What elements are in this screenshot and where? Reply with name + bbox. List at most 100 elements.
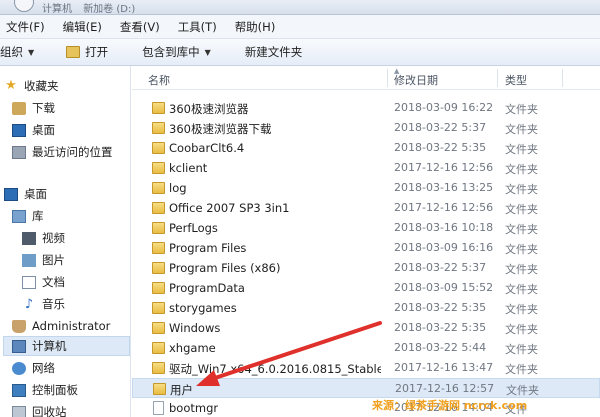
column-divider[interactable] xyxy=(497,69,498,87)
file-date: 2017-12-16 13:47 xyxy=(394,361,494,374)
folder-icon xyxy=(152,302,165,314)
file-date: 2018-03-09 16:22 xyxy=(394,101,494,114)
column-divider[interactable] xyxy=(387,69,388,87)
file-row[interactable]: 360极速浏览器 2018-03-09 16:22 文件夹 xyxy=(132,98,600,118)
nav-pictures-label: 图片 xyxy=(42,253,65,267)
file-type: 文件夹 xyxy=(505,263,538,276)
menu-view[interactable]: 查看(V) xyxy=(114,19,160,35)
nav-desktop[interactable]: 桌面 xyxy=(4,184,47,204)
nav-music-label: 音乐 xyxy=(42,297,65,311)
file-row-selected[interactable]: 用户 2017-12-16 12:57 文件夹 xyxy=(132,378,600,398)
document-icon xyxy=(22,275,36,289)
file-name: storygames xyxy=(169,301,237,315)
nav-recent-places[interactable]: 最近访问的位置 xyxy=(12,142,113,162)
nav-documents[interactable]: 文档 xyxy=(22,272,65,292)
file-name: bootmgr xyxy=(169,401,219,415)
file-row[interactable]: Program Files 2018-03-09 16:16 文件夹 xyxy=(132,238,600,258)
nav-desktop-favorite[interactable]: 桌面 xyxy=(12,120,55,140)
include-label: 包含到库中 xyxy=(142,45,200,59)
library-icon xyxy=(12,209,26,223)
video-icon xyxy=(22,231,36,245)
file-type: 文件夹 xyxy=(505,343,538,356)
file-date: 2018-03-09 16:16 xyxy=(394,241,494,254)
nav-recycle-bin[interactable]: 回收站 xyxy=(12,402,67,417)
column-header: 名称 ▲ 修改日期 类型 xyxy=(132,66,600,90)
nav-network-label: 网络 xyxy=(32,361,55,375)
file-row[interactable]: kclient 2017-12-16 12:56 文件夹 xyxy=(132,158,600,178)
organize-button[interactable]: 组织 ▼ xyxy=(0,41,40,63)
nav-libraries[interactable]: 库 xyxy=(12,206,44,226)
folder-icon xyxy=(152,182,165,194)
file-row[interactable]: CoobarClt6.4 2018-03-22 5:35 文件夹 xyxy=(132,138,600,158)
file-row[interactable]: storygames 2018-03-22 5:35 文件夹 xyxy=(132,298,600,318)
file-type: 文件夹 xyxy=(505,143,538,156)
nav-documents-label: 文档 xyxy=(42,275,65,289)
file-row[interactable]: log 2018-03-16 13:25 文件夹 xyxy=(132,178,600,198)
nav-recent-places-label: 最近访问的位置 xyxy=(32,145,113,159)
folder-icon xyxy=(152,242,165,254)
nav-videos[interactable]: 视频 xyxy=(22,228,65,248)
file-row[interactable]: 360极速浏览器下载 2018-03-22 5:37 文件夹 xyxy=(132,118,600,138)
breadcrumb-drive[interactable]: 新加卷 (D:) xyxy=(83,4,135,14)
include-in-library-button[interactable]: 包含到库中 ▼ xyxy=(136,41,217,63)
file-name: PerfLogs xyxy=(169,221,218,235)
column-type[interactable]: 类型 xyxy=(505,72,527,88)
file-row[interactable]: Office 2007 SP3 3in1 2017-12-16 12:56 文件… xyxy=(132,198,600,218)
nav-favorites[interactable]: ★ 收藏夹 xyxy=(4,76,58,96)
file-name: Program Files (x86) xyxy=(169,261,281,275)
menu-tools[interactable]: 工具(T) xyxy=(172,19,217,35)
file-type: 文件夹 xyxy=(505,223,538,236)
nav-desktop-favorite-label: 桌面 xyxy=(32,123,55,137)
file-date: 2018-03-22 5:35 xyxy=(394,321,487,334)
folder-icon xyxy=(152,222,165,234)
nav-pictures[interactable]: 图片 xyxy=(22,250,65,270)
menu-help[interactable]: 帮助(H) xyxy=(229,19,276,35)
file-date: 2018-03-22 5:35 xyxy=(394,301,487,314)
file-date: 2018-03-16 10:18 xyxy=(394,221,494,234)
new-folder-button[interactable]: 新建文件夹 xyxy=(239,41,309,63)
file-row[interactable]: Windows 2018-03-22 5:35 文件夹 xyxy=(132,318,600,338)
back-button[interactable] xyxy=(14,0,34,12)
file-name: 360极速浏览器下载 xyxy=(169,122,272,136)
file-row[interactable]: bootmgr 2017-12-16 14:04 文件 xyxy=(132,398,600,417)
nav-computer[interactable]: 计算机 xyxy=(3,336,130,356)
nav-control-panel[interactable]: 控制面板 xyxy=(12,380,78,400)
nav-network[interactable]: 网络 xyxy=(12,358,55,378)
file-row[interactable]: xhgame 2018-03-22 5:44 文件夹 xyxy=(132,338,600,358)
column-divider[interactable] xyxy=(562,69,563,87)
file-row[interactable]: PerfLogs 2018-03-16 10:18 文件夹 xyxy=(132,218,600,238)
open-folder-icon xyxy=(66,46,81,58)
file-type: 文件夹 xyxy=(505,163,538,176)
file-name: 驱动_Win7.x64_6.0.2016.0815_Stable(... xyxy=(169,362,381,376)
folder-icon xyxy=(153,383,166,395)
file-name: kclient xyxy=(169,161,208,175)
nav-recycle-bin-label: 回收站 xyxy=(32,405,67,417)
menu-file[interactable]: 文件(F) xyxy=(0,19,45,35)
file-row[interactable]: ProgramData 2018-03-09 15:52 文件夹 xyxy=(132,278,600,298)
menu-edit[interactable]: 编辑(E) xyxy=(57,19,102,35)
user-folder-icon xyxy=(12,319,26,333)
nav-administrator[interactable]: Administrator xyxy=(12,316,110,336)
file-date: 2018-03-22 5:37 xyxy=(394,261,487,274)
file-row[interactable]: 驱动_Win7.x64_6.0.2016.0815_Stable(... 201… xyxy=(132,358,600,378)
file-date: 2017-12-16 12:56 xyxy=(394,161,494,174)
breadcrumb[interactable]: 计算机 新加卷 (D:) xyxy=(42,0,520,14)
file-type: 文件夹 xyxy=(505,123,538,136)
file-date: 2018-03-22 5:35 xyxy=(394,141,487,154)
open-button[interactable]: 打开 xyxy=(60,41,114,63)
file-name: 360极速浏览器 xyxy=(169,102,249,116)
file-name: Program Files xyxy=(169,241,247,255)
file-type: 文件夹 xyxy=(505,243,538,256)
nav-music[interactable]: ♪ 音乐 xyxy=(22,294,65,314)
menu-bar: 文件(F) 编辑(E) 查看(V) 工具(T) 帮助(H) xyxy=(0,15,600,39)
breadcrumb-computer[interactable]: 计算机 xyxy=(42,4,72,14)
file-type: 文件夹 xyxy=(505,183,538,196)
column-date-modified[interactable]: 修改日期 xyxy=(394,72,438,88)
column-name[interactable]: 名称 xyxy=(148,72,170,88)
chevron-down-icon: ▼ xyxy=(204,47,211,57)
file-date: 2017-12-16 12:56 xyxy=(394,201,494,214)
nav-downloads[interactable]: 下载 xyxy=(12,98,55,118)
file-row[interactable]: Program Files (x86) 2018-03-22 5:37 文件夹 xyxy=(132,258,600,278)
navigation-pane: ★ 收藏夹 下载 桌面 最近访问的位置 桌面 库 视频 图片 文档 ♪ 音乐 A… xyxy=(0,66,131,417)
file-date: 2018-03-22 5:37 xyxy=(394,121,487,134)
